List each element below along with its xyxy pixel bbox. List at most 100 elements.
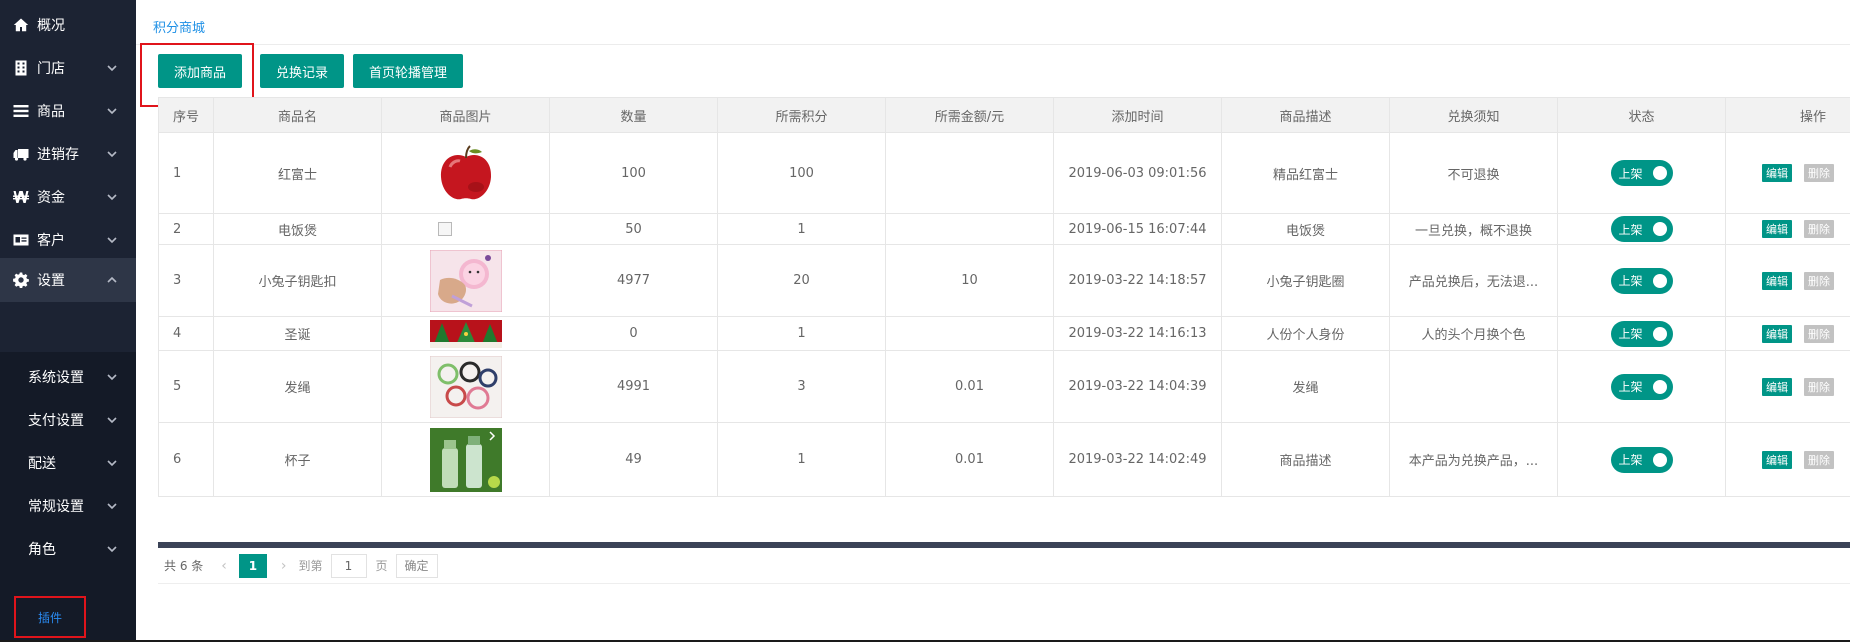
cell-actions: 编辑 删除 bbox=[1725, 350, 1850, 423]
exchange-records-button[interactable]: 兑换记录 bbox=[260, 54, 344, 88]
product-image-christmas bbox=[429, 319, 502, 348]
current-page-button[interactable]: 1 bbox=[238, 553, 267, 578]
cell-points: 1 bbox=[717, 422, 886, 497]
home-icon bbox=[12, 16, 30, 34]
pagination: 共 6 条 ‹ 1 › 到第 页 确定 bbox=[158, 548, 1850, 584]
sidebar-subitem-roles[interactable]: 角色 bbox=[0, 524, 136, 574]
sidebar-item-label: 资金 bbox=[37, 190, 65, 206]
edit-button[interactable]: 编辑 bbox=[1762, 450, 1792, 469]
cell-quantity: 50 bbox=[549, 213, 718, 245]
sidebar-item-label: 门店 bbox=[37, 61, 65, 77]
breadcrumb[interactable]: 积分商城 bbox=[153, 17, 205, 36]
chevron-down-icon bbox=[106, 105, 118, 117]
cell-index: 5 bbox=[158, 350, 214, 423]
column-header: 操作 bbox=[1725, 97, 1850, 133]
status-toggle[interactable]: 上架 bbox=[1610, 160, 1673, 186]
cell-actions: 编辑 删除 bbox=[1725, 213, 1850, 245]
cell-actions: 编辑 删除 bbox=[1725, 316, 1850, 351]
cell-notice: 本产品为兑换产品，... bbox=[1389, 422, 1558, 497]
sidebar-item-label: 进销存 bbox=[37, 147, 79, 163]
chevron-down-icon bbox=[106, 148, 118, 160]
cell-points: 100 bbox=[717, 132, 886, 214]
cell-status: 上架 bbox=[1557, 132, 1726, 214]
cell-notice: 不可退换 bbox=[1389, 132, 1558, 214]
cell-quantity: 49 bbox=[549, 422, 718, 497]
cell-notice: 一旦兑换，概不退换 bbox=[1389, 213, 1558, 245]
table-header-row: 序号 商品名 商品图片 数量 所需积分 所需金额/元 添加时间 商品描述 兑换须… bbox=[158, 97, 1850, 133]
status-toggle[interactable]: 上架 bbox=[1610, 446, 1673, 473]
cell-image bbox=[381, 316, 550, 351]
cell-amount bbox=[885, 213, 1054, 245]
cell-time: 2019-03-22 14:16:13 bbox=[1053, 316, 1222, 351]
delete-button[interactable]: 删除 bbox=[1804, 377, 1834, 396]
toggle-knob bbox=[1652, 273, 1667, 288]
sidebar-item-settings[interactable]: 设置 bbox=[0, 258, 136, 302]
cell-notice: 产品兑换后，无法退... bbox=[1389, 244, 1558, 317]
page-unit-label: 页 bbox=[375, 559, 388, 573]
delete-button[interactable]: 删除 bbox=[1804, 324, 1834, 343]
sidebar-item-label: 设置 bbox=[37, 273, 65, 289]
cell-image bbox=[381, 422, 550, 497]
list-icon bbox=[12, 102, 30, 120]
status-toggle-label: 上架 bbox=[1618, 222, 1643, 237]
status-toggle[interactable]: 上架 bbox=[1610, 320, 1673, 347]
cell-points: 1 bbox=[717, 316, 886, 351]
sidebar-subitem-label: 系统设置 bbox=[28, 370, 84, 386]
toggle-knob bbox=[1652, 222, 1667, 236]
cell-points: 1 bbox=[717, 213, 886, 245]
cell-status: 上架 bbox=[1557, 422, 1726, 497]
chevron-up-icon bbox=[106, 274, 118, 286]
product-image-hair-ties bbox=[429, 355, 502, 418]
sidebar-item-label: 商品 bbox=[37, 104, 65, 120]
sidebar-subitem-plugins[interactable]: 插件 bbox=[14, 596, 86, 638]
chevron-down-icon bbox=[106, 62, 118, 74]
delete-button[interactable]: 删除 bbox=[1804, 164, 1834, 182]
cell-name: 发绳 bbox=[213, 350, 382, 423]
prev-page-icon[interactable]: ‹ bbox=[221, 558, 227, 574]
cell-amount: 0.01 bbox=[885, 350, 1054, 423]
product-image-bunny-keychain bbox=[429, 249, 502, 312]
status-toggle[interactable]: 上架 bbox=[1610, 373, 1673, 400]
total-count: 共 6 条 bbox=[164, 559, 204, 573]
confirm-button[interactable]: 确定 bbox=[395, 553, 438, 578]
sidebar: 概况 门店 商品 进销存 资金 客户 设置 系统设置 支付设置 配送 常规设置 … bbox=[0, 0, 136, 642]
delete-button[interactable]: 删除 bbox=[1804, 220, 1834, 238]
cell-image bbox=[381, 132, 550, 214]
toggle-knob bbox=[1652, 452, 1667, 467]
cell-quantity: 4977 bbox=[549, 244, 718, 317]
cell-time: 2019-03-22 14:02:49 bbox=[1053, 422, 1222, 497]
main-content: 积分商城 添加商品 兑换记录 首页轮播管理 序号 商品名 商品图片 数量 所需积… bbox=[136, 0, 1850, 642]
cell-quantity: 4991 bbox=[549, 350, 718, 423]
cell-actions: 编辑 删除 bbox=[1725, 422, 1850, 497]
cell-amount: 0.01 bbox=[885, 422, 1054, 497]
status-toggle[interactable]: 上架 bbox=[1610, 267, 1673, 294]
status-toggle-label: 上架 bbox=[1618, 166, 1643, 181]
column-header: 商品描述 bbox=[1221, 97, 1390, 133]
goto-label: 到第 bbox=[298, 559, 323, 573]
edit-button[interactable]: 编辑 bbox=[1762, 377, 1792, 396]
toggle-knob bbox=[1652, 379, 1667, 394]
status-toggle[interactable]: 上架 bbox=[1610, 216, 1673, 242]
delete-button[interactable]: 删除 bbox=[1804, 271, 1834, 290]
goto-page-input[interactable] bbox=[330, 553, 367, 578]
delete-button[interactable]: 删除 bbox=[1804, 450, 1834, 469]
cell-amount: 10 bbox=[885, 244, 1054, 317]
table-row: 2 电饭煲 50 1 2019-06-15 16:07:44 电饭煲 一旦兑换，… bbox=[158, 213, 1850, 245]
building-icon bbox=[12, 59, 30, 77]
edit-button[interactable]: 编辑 bbox=[1762, 220, 1792, 238]
chevron-down-icon bbox=[106, 543, 118, 555]
edit-button[interactable]: 编辑 bbox=[1762, 271, 1792, 290]
carousel-manage-button[interactable]: 首页轮播管理 bbox=[353, 54, 463, 88]
won-icon bbox=[12, 188, 30, 206]
status-toggle-label: 上架 bbox=[1618, 327, 1643, 341]
cell-name: 红富士 bbox=[213, 132, 382, 214]
sidebar-subitem-label: 配送 bbox=[28, 456, 56, 472]
column-header: 数量 bbox=[549, 97, 718, 133]
edit-button[interactable]: 编辑 bbox=[1762, 164, 1792, 182]
edit-button[interactable]: 编辑 bbox=[1762, 324, 1792, 343]
column-header: 所需金额/元 bbox=[885, 97, 1054, 133]
next-page-icon[interactable]: › bbox=[281, 558, 287, 574]
cell-image bbox=[381, 213, 550, 245]
truck-icon bbox=[12, 145, 30, 163]
add-product-button[interactable]: 添加商品 bbox=[158, 54, 242, 88]
